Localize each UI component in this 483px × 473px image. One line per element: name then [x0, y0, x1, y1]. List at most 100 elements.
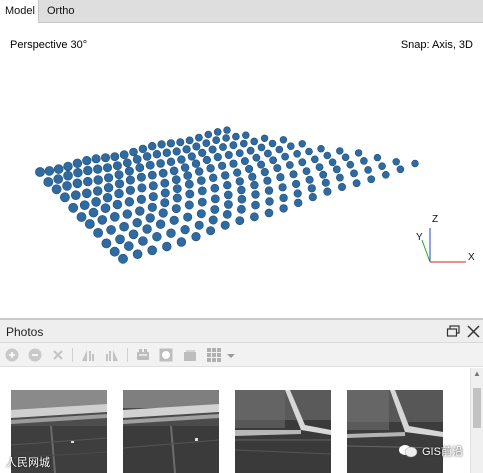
- camera-marker[interactable]: [114, 170, 124, 180]
- camera-marker[interactable]: [275, 145, 284, 154]
- camera-marker[interactable]: [204, 130, 213, 139]
- camera-marker[interactable]: [71, 190, 81, 200]
- camera-marker[interactable]: [197, 186, 207, 196]
- camera-marker[interactable]: [145, 160, 155, 170]
- camera-marker[interactable]: [103, 173, 114, 183]
- camera-marker[interactable]: [192, 142, 201, 151]
- remove-photo-icon[interactable]: [27, 347, 43, 363]
- camera-marker[interactable]: [317, 144, 325, 153]
- camera-marker[interactable]: [346, 160, 355, 169]
- camera-marker[interactable]: [242, 131, 250, 139]
- camera-marker[interactable]: [176, 237, 187, 247]
- camera-marker[interactable]: [172, 184, 182, 193]
- camera-marker[interactable]: [73, 168, 83, 178]
- camera-marker[interactable]: [93, 175, 103, 185]
- camera-marker[interactable]: [43, 177, 54, 187]
- camera-marker[interactable]: [252, 153, 261, 162]
- camera-marker[interactable]: [169, 215, 179, 225]
- camera-marker[interactable]: [251, 190, 260, 199]
- camera-marker[interactable]: [102, 193, 113, 203]
- camera-marker[interactable]: [72, 158, 83, 169]
- camera-marker[interactable]: [350, 169, 358, 178]
- camera-marker[interactable]: [360, 157, 368, 165]
- camera-marker[interactable]: [298, 140, 306, 148]
- camera-marker[interactable]: [93, 164, 103, 174]
- camera-marker[interactable]: [132, 218, 142, 228]
- camera-marker[interactable]: [219, 143, 227, 151]
- camera-marker[interactable]: [308, 193, 317, 202]
- camera-marker[interactable]: [392, 158, 400, 166]
- camera-marker[interactable]: [172, 193, 182, 203]
- camera-marker[interactable]: [137, 183, 147, 193]
- camera-marker[interactable]: [110, 212, 120, 222]
- camera-marker[interactable]: [177, 155, 186, 164]
- camera-marker[interactable]: [321, 178, 330, 187]
- camera-marker[interactable]: [197, 197, 207, 207]
- camera-marker[interactable]: [210, 205, 220, 214]
- camera-marker[interactable]: [310, 155, 319, 164]
- camera-marker[interactable]: [166, 228, 176, 238]
- camera-marker[interactable]: [166, 157, 176, 167]
- scroll-up-icon[interactable]: ▲: [471, 368, 483, 380]
- camera-marker[interactable]: [185, 189, 195, 199]
- camera-marker[interactable]: [63, 170, 73, 181]
- camera-marker[interactable]: [142, 152, 152, 161]
- camera-marker[interactable]: [257, 143, 266, 152]
- camera-marker[interactable]: [157, 140, 166, 149]
- camera-marker[interactable]: [183, 212, 193, 222]
- camera-marker[interactable]: [60, 192, 70, 203]
- camera-marker[interactable]: [367, 175, 376, 184]
- camera-marker[interactable]: [135, 206, 145, 216]
- camera-marker[interactable]: [63, 161, 73, 172]
- camera-marker[interactable]: [124, 197, 135, 207]
- camera-marker[interactable]: [194, 220, 204, 230]
- camera-marker[interactable]: [182, 145, 191, 154]
- camera-marker[interactable]: [323, 187, 332, 196]
- camera-marker[interactable]: [169, 166, 179, 176]
- camera-marker[interactable]: [235, 149, 244, 158]
- scroll-thumb[interactable]: [473, 388, 481, 428]
- camera-marker[interactable]: [148, 141, 157, 151]
- camera-marker[interactable]: [223, 200, 233, 209]
- camera-marker[interactable]: [119, 150, 129, 160]
- camera-marker[interactable]: [106, 225, 116, 235]
- camera-marker[interactable]: [109, 246, 120, 257]
- tab-ortho[interactable]: Ortho: [42, 0, 80, 23]
- tab-model[interactable]: Model: [0, 0, 39, 23]
- camera-marker[interactable]: [122, 158, 132, 168]
- camera-marker[interactable]: [191, 159, 201, 168]
- model-viewport[interactable]: Perspective 30° Snap: Axis, 3D Z Y X: [0, 24, 483, 319]
- camera-marker[interactable]: [114, 188, 124, 199]
- camera-marker[interactable]: [264, 208, 274, 218]
- camera-marker[interactable]: [269, 156, 277, 165]
- camera-marker[interactable]: [319, 170, 328, 179]
- camera-marker[interactable]: [263, 176, 272, 185]
- camera-marker[interactable]: [92, 186, 103, 196]
- camera-marker[interactable]: [208, 145, 217, 154]
- camera-marker[interactable]: [132, 154, 142, 164]
- camera-marker[interactable]: [315, 163, 324, 171]
- camera-marker[interactable]: [142, 224, 152, 234]
- camera-marker[interactable]: [206, 226, 216, 236]
- camera-marker[interactable]: [180, 225, 190, 235]
- restore-icon[interactable]: [446, 324, 461, 339]
- camera-marker[interactable]: [196, 209, 206, 219]
- camera-marker[interactable]: [364, 166, 372, 174]
- camera-marker[interactable]: [125, 175, 135, 185]
- camera-marker[interactable]: [352, 179, 361, 188]
- camera-marker[interactable]: [289, 170, 298, 179]
- camera-marker[interactable]: [237, 194, 247, 204]
- camera-marker[interactable]: [222, 134, 230, 142]
- camera-marker[interactable]: [185, 136, 194, 145]
- photo-thumbnail[interactable]: [123, 390, 219, 473]
- camera-marker[interactable]: [202, 139, 211, 147]
- camera-marker[interactable]: [119, 221, 129, 232]
- camera-marker[interactable]: [240, 157, 249, 166]
- camera-marker[interactable]: [148, 192, 158, 202]
- camera-marker[interactable]: [101, 153, 111, 163]
- camera-marker[interactable]: [246, 146, 255, 155]
- camera-marker[interactable]: [213, 153, 222, 162]
- camera-marker[interactable]: [194, 133, 203, 142]
- camera-marker[interactable]: [136, 172, 146, 182]
- camera-marker[interactable]: [223, 181, 232, 190]
